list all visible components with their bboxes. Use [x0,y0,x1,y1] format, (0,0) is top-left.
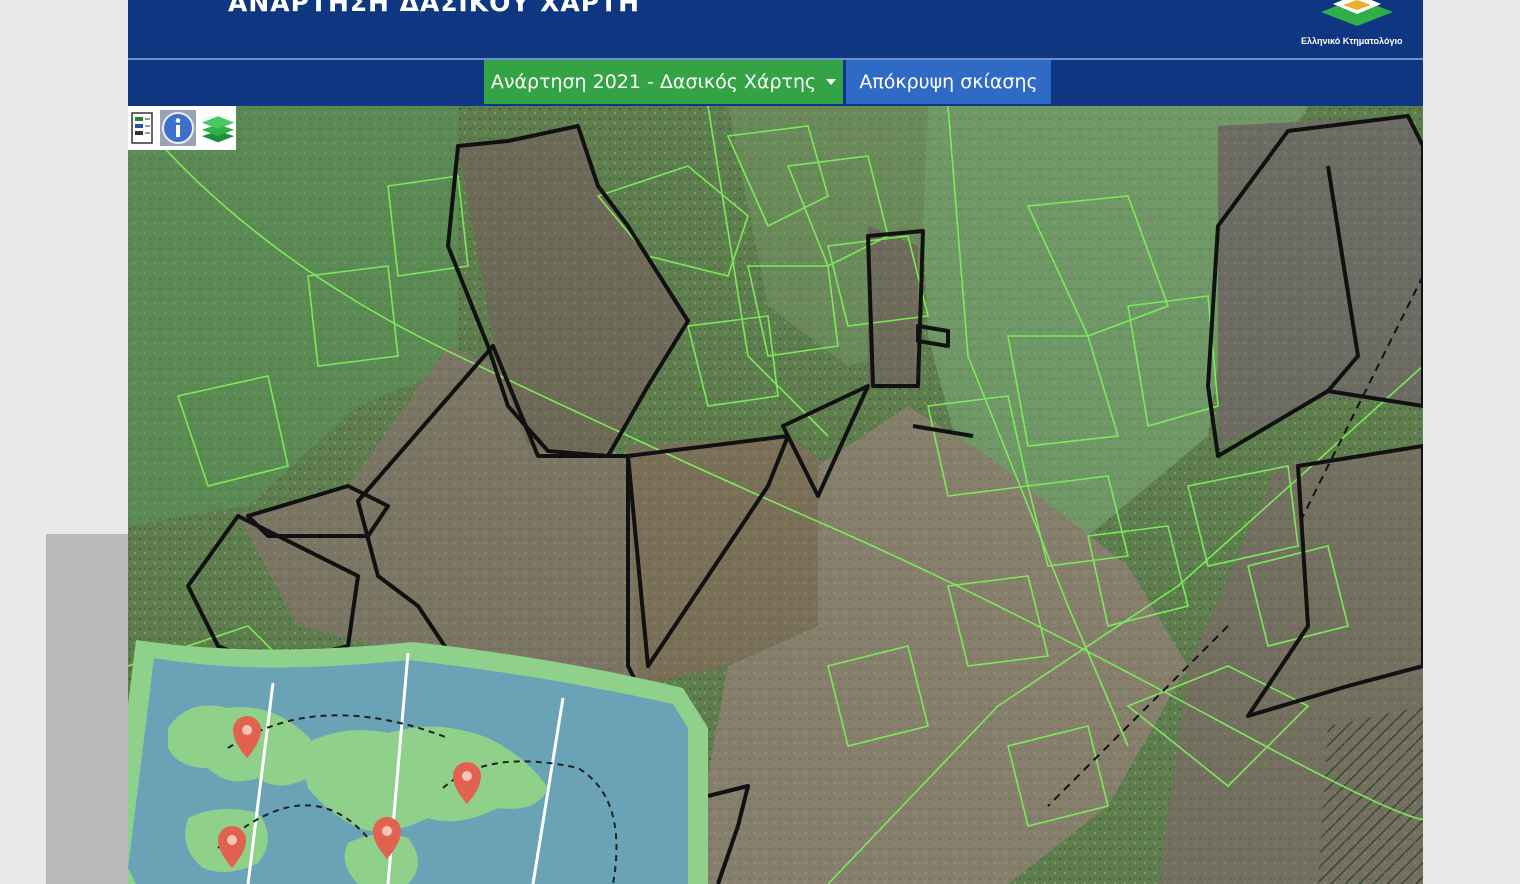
hide-shading-button[interactable]: Απόκρυψη σκίασης [846,60,1051,104]
page-title: ΑΝΑΡΤΗΣΗ ΔΑΣΙΚΟΥ ΧΑΡΤΗ [228,0,641,17]
legend-icon[interactable] [128,110,156,146]
logo-text: Ελληνικό Κτηματολόγιο [1301,36,1403,46]
map-toolbar [128,106,236,150]
forest-map-app: ΑΝΑΡΤΗΣΗ ΔΑΣΙΚΟΥ ΧΑΡΤΗ Ελληνικό Κτηματολ… [128,0,1423,884]
map-selector-label: Ανάρτηση 2021 - Δασικός Χάρτης [490,71,817,93]
logo-icon [1321,0,1393,26]
layers-icon[interactable] [200,110,236,146]
cadastre-logo: Ελληνικό Κτηματολόγιο [1283,0,1423,56]
map-selector-dropdown[interactable]: Ανάρτηση 2021 - Δασικός Χάρτης [484,60,843,104]
navbar: Ανάρτηση 2021 - Δασικός Χάρτης Απόκρυψη … [128,60,1423,106]
world-map-illustration [128,640,708,884]
caret-down-icon [826,79,837,85]
app-header: ΑΝΑΡΤΗΣΗ ΔΑΣΙΚΟΥ ΧΑΡΤΗ Ελληνικό Κτηματολ… [128,0,1423,60]
info-icon[interactable] [160,110,196,146]
